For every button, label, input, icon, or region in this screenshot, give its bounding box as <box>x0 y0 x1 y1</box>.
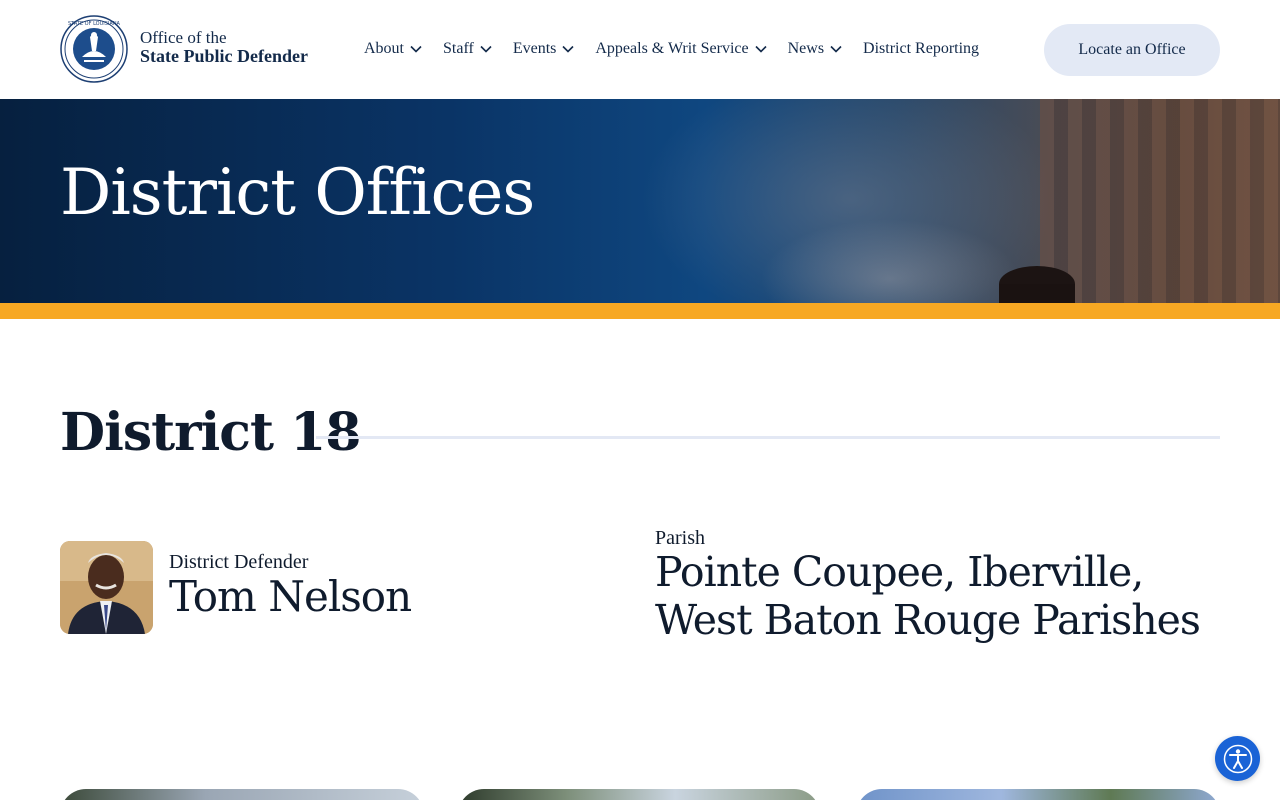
nav-label: News <box>787 40 825 57</box>
nav-item-news[interactable]: News <box>788 40 842 58</box>
chevron-down-icon <box>755 45 767 53</box>
nav-item-appeals[interactable]: Appeals & Writ Service <box>595 40 767 58</box>
chevron-down-icon <box>410 45 422 53</box>
chevron-down-icon <box>830 45 842 53</box>
accessibility-button[interactable] <box>1215 736 1260 781</box>
district-title: District 18 <box>60 402 361 463</box>
portrait-photo <box>60 541 153 634</box>
brand-line-2: State Public Defender <box>140 46 308 66</box>
chevron-down-icon <box>480 45 492 53</box>
nav-item-staff[interactable]: Staff <box>443 40 492 58</box>
parish-label: Parish <box>655 527 705 549</box>
brand-line-1: Office of the <box>140 28 227 47</box>
site-brand[interactable]: Office of the State Public Defender <box>140 28 308 66</box>
office-card-image[interactable] <box>856 789 1220 800</box>
nav-label: About <box>364 40 404 57</box>
svg-text:STATE OF LOUISIANA: STATE OF LOUISIANA <box>68 21 121 27</box>
nav-item-events[interactable]: Events <box>513 40 575 58</box>
office-card-image[interactable] <box>458 789 820 800</box>
main-nav: About Staff Events Appeals & Writ Servic… <box>364 38 979 60</box>
parish-name: Pointe Coupee, Iberville, West Baton Rou… <box>655 548 1201 644</box>
nav-item-district-reporting[interactable]: District Reporting <box>863 40 979 58</box>
nav-label: Events <box>512 40 557 57</box>
nav-label: Staff <box>443 40 474 57</box>
nav-item-about[interactable]: About <box>364 40 422 58</box>
louisiana-seal-logo[interactable]: STATE OF LOUISIANA <box>60 15 128 83</box>
section-divider <box>316 436 1220 439</box>
page-title: District Offices <box>60 156 535 230</box>
nav-label: Appeals & Writ Service <box>595 40 749 57</box>
gavel-image <box>999 266 1075 303</box>
hero-banner: District Offices <box>0 99 1280 303</box>
accent-stripe <box>0 303 1280 319</box>
accessibility-icon <box>1223 744 1252 773</box>
office-card-image[interactable] <box>60 789 424 800</box>
site-header: STATE OF LOUISIANA Office of the State P… <box>0 0 1280 99</box>
locate-office-button[interactable]: Locate an Office <box>1044 24 1220 76</box>
chevron-down-icon <box>562 45 574 53</box>
defender-photo <box>60 541 153 634</box>
nav-label: District Reporting <box>863 40 980 57</box>
defender-name: Tom Nelson <box>169 572 412 621</box>
defender-label: District Defender <box>169 551 309 573</box>
